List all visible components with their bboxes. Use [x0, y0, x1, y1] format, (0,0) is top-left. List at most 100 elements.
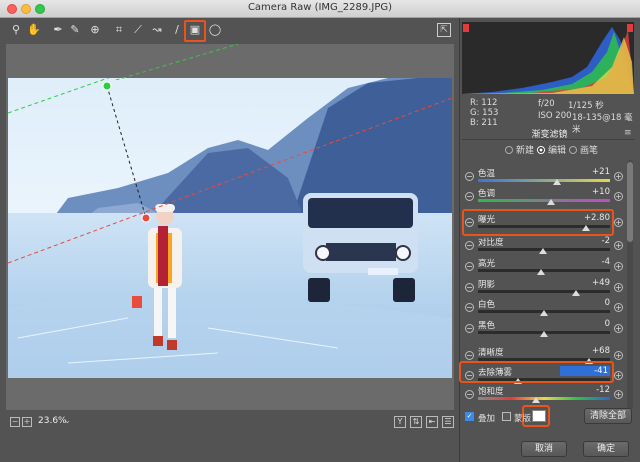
- slider-thumb[interactable]: [540, 310, 548, 316]
- mask-label: 蒙版: [514, 414, 532, 424]
- color-sampler-icon[interactable]: ✎: [68, 23, 82, 37]
- slider-track[interactable]: [478, 397, 610, 400]
- slider-label: 白色: [478, 300, 496, 310]
- spot-removal-icon[interactable]: ↝: [150, 23, 164, 37]
- slider-increase-icon[interactable]: +: [614, 241, 623, 250]
- graduated-filter-highlight: [184, 20, 206, 42]
- slider-value[interactable]: +68: [560, 346, 610, 356]
- slider-label: 黑色: [478, 321, 496, 331]
- slider-value[interactable]: -4: [560, 257, 610, 267]
- swap-settings-icon[interactable]: ⇅: [410, 416, 422, 428]
- slider-track[interactable]: [478, 199, 610, 202]
- color-swatch[interactable]: [532, 410, 546, 422]
- clear-all-button[interactable]: 清除全部: [584, 408, 632, 424]
- highlight-clip-warning-icon[interactable]: [627, 24, 633, 32]
- slider-value[interactable]: 0: [560, 319, 610, 329]
- zoom-icon[interactable]: ⚲: [9, 23, 23, 37]
- slider-track[interactable]: [478, 179, 610, 182]
- straighten-icon[interactable]: ⟋: [131, 23, 145, 37]
- dehaze-highlight: [459, 361, 614, 383]
- slider-increase-icon[interactable]: +: [614, 351, 623, 360]
- slider-label: 饱和度: [478, 387, 504, 397]
- zoom-out-button[interactable]: −: [10, 417, 20, 427]
- slider-label: 阴影: [478, 280, 496, 290]
- zoom-level[interactable]: 23.6%: [38, 416, 67, 426]
- slider-increase-icon[interactable]: +: [614, 192, 623, 201]
- copy-settings-icon[interactable]: ⇤: [426, 416, 438, 428]
- slider-thumb[interactable]: [571, 290, 580, 296]
- slider-thumb[interactable]: [540, 331, 548, 337]
- rgb-r: R: 112: [470, 98, 498, 108]
- slider-thumb[interactable]: [532, 397, 541, 403]
- overlay-label: 叠加: [478, 414, 496, 424]
- slider-decrease-icon[interactable]: −: [465, 172, 474, 181]
- slider-thumb[interactable]: [538, 248, 547, 254]
- toggle-settings-icon[interactable]: ☰: [442, 416, 454, 428]
- slider-thumb[interactable]: [537, 269, 546, 275]
- open-preferences-icon[interactable]: ⇱: [437, 23, 451, 37]
- before-after-y-icon[interactable]: Y: [394, 416, 406, 428]
- slider-decrease-icon[interactable]: −: [465, 283, 474, 292]
- slider-label: 高光: [478, 259, 496, 269]
- slider-decrease-icon[interactable]: −: [465, 303, 474, 312]
- slider-increase-icon[interactable]: +: [614, 262, 623, 271]
- panel-menu-icon[interactable]: ≡: [624, 128, 632, 138]
- slider-increase-icon[interactable]: +: [614, 218, 623, 227]
- exposure-highlight: [462, 209, 614, 236]
- slider-increase-icon[interactable]: +: [614, 283, 623, 292]
- slider-increase-icon[interactable]: +: [614, 324, 623, 333]
- zoom-dropdown-icon[interactable]: ⌄: [64, 416, 74, 428]
- filter-line-above: [114, 44, 239, 80]
- shadow-clip-warning-icon[interactable]: [463, 24, 469, 32]
- slider-decrease-icon[interactable]: −: [465, 241, 474, 250]
- filter-green-handle: [102, 81, 112, 91]
- slider-value[interactable]: 0: [560, 298, 610, 308]
- zoom-in-button[interactable]: +: [22, 417, 32, 427]
- slider-label: 对比度: [478, 238, 504, 248]
- panel-scroll-thumb[interactable]: [627, 162, 633, 242]
- filter-red-handle: [141, 213, 151, 223]
- white-balance-icon[interactable]: ✒: [51, 23, 65, 37]
- cancel-button[interactable]: 取消: [521, 441, 567, 457]
- slider-label: 色温: [478, 169, 496, 179]
- hand-icon[interactable]: ✋: [27, 23, 41, 37]
- title-bar: Camera Raw (IMG_2289.JPG): [0, 0, 640, 18]
- photo-scene: [8, 78, 452, 378]
- rgb-g: G: 153: [470, 108, 499, 118]
- overlay-checkbox[interactable]: ✓: [465, 412, 474, 421]
- aperture: f/20: [538, 99, 555, 109]
- slider-thumb[interactable]: [546, 199, 555, 205]
- slider-value[interactable]: -2: [560, 236, 610, 246]
- slider-value[interactable]: +10: [560, 187, 610, 197]
- slider-decrease-icon[interactable]: −: [465, 351, 474, 360]
- mode-edit[interactable]: 编辑: [537, 143, 566, 156]
- slider-value[interactable]: -12: [560, 385, 610, 395]
- slider-increase-icon[interactable]: +: [614, 390, 623, 399]
- slider-value[interactable]: +49: [560, 278, 610, 288]
- radio-icon: [505, 146, 513, 154]
- slider-decrease-icon[interactable]: −: [465, 390, 474, 399]
- ok-button[interactable]: 确定: [583, 441, 629, 457]
- mask-checkbox[interactable]: [502, 412, 511, 421]
- shutter: 1/125 秒: [568, 101, 604, 111]
- slider-label: 清晰度: [478, 348, 504, 358]
- target-adjust-icon[interactable]: ⊕: [88, 23, 102, 37]
- slider-decrease-icon[interactable]: −: [465, 324, 474, 333]
- slider-increase-icon[interactable]: +: [614, 172, 623, 181]
- radial-filter-icon[interactable]: ◯: [208, 23, 222, 37]
- mode-new[interactable]: 新建: [505, 143, 534, 156]
- radio-icon: [569, 146, 577, 154]
- preview-photo[interactable]: [8, 78, 452, 378]
- slider-track[interactable]: [478, 290, 610, 293]
- mode-brush[interactable]: 画笔: [569, 143, 598, 156]
- slider-increase-icon[interactable]: +: [614, 371, 623, 380]
- crop-icon[interactable]: ⌗: [112, 23, 126, 37]
- slider-increase-icon[interactable]: +: [614, 303, 623, 312]
- iso: ISO 200: [538, 111, 572, 121]
- slider-value[interactable]: +21: [560, 167, 610, 177]
- slider-decrease-icon[interactable]: −: [465, 192, 474, 201]
- slider-thumb[interactable]: [553, 179, 562, 185]
- adjustment-brush-icon[interactable]: /: [170, 23, 184, 37]
- slider-decrease-icon[interactable]: −: [465, 262, 474, 271]
- window-title: Camera Raw (IMG_2289.JPG): [247, 2, 393, 13]
